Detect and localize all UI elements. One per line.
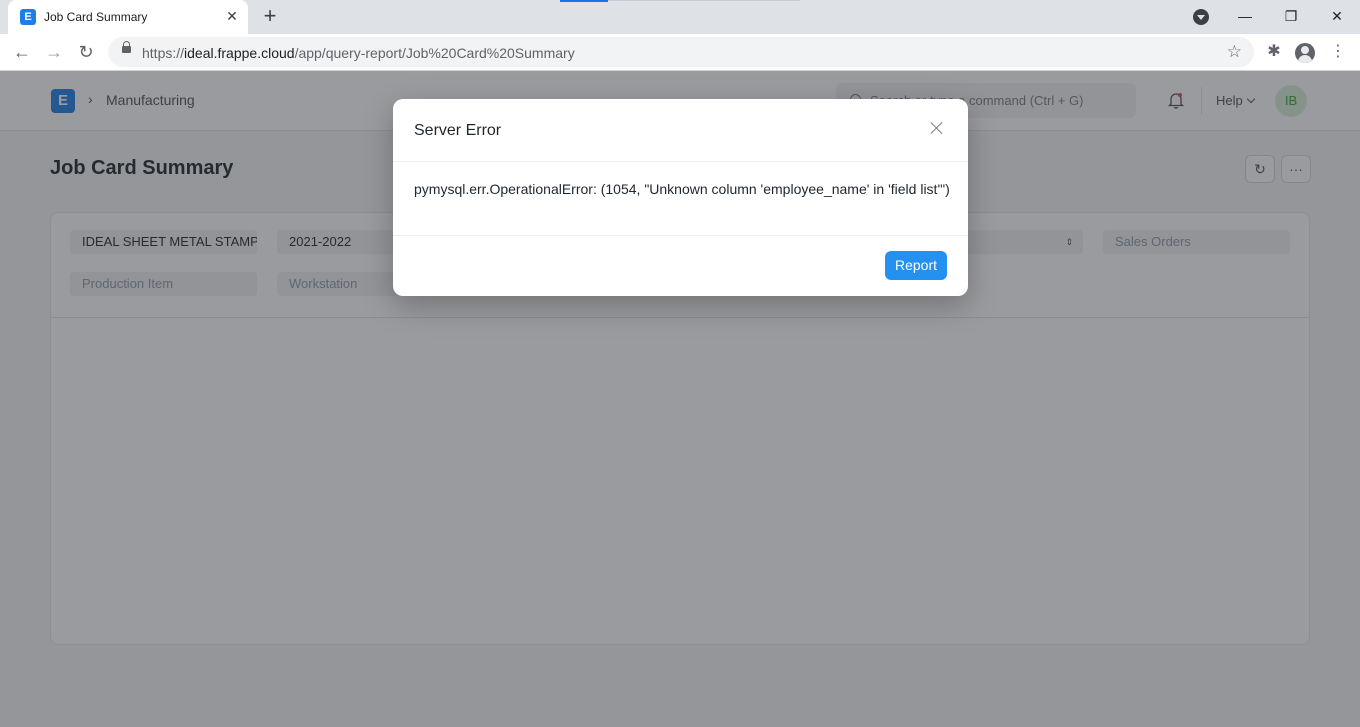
tab-search-icon[interactable] bbox=[1193, 9, 1209, 25]
tab-title: Job Card Summary bbox=[44, 10, 148, 24]
browser-menu-icon[interactable]: ⋮ bbox=[1326, 40, 1350, 64]
tab-loading-track bbox=[608, 0, 800, 1]
window-restore-button[interactable]: ❐ bbox=[1276, 4, 1306, 28]
forward-icon[interactable]: → bbox=[42, 40, 66, 64]
url-prefix: https:// bbox=[142, 45, 185, 61]
tab-loading-indicator bbox=[560, 0, 608, 2]
lock-icon[interactable] bbox=[122, 41, 131, 53]
window-close-button[interactable]: ✕ bbox=[1322, 4, 1352, 28]
dialog-title: Server Error bbox=[414, 122, 502, 139]
url-text[interactable]: https://ideal.frappe.cloud/app/query-rep… bbox=[142, 45, 575, 61]
server-error-dialog: Server Error pymysql.err.OperationalErro… bbox=[393, 99, 968, 296]
tab-favicon-icon: E bbox=[20, 9, 36, 25]
browser-tabstrip: E Job Card Summary ✕ + — ❐ ✕ bbox=[0, 0, 1360, 34]
browser-toolbar: ← → ↻ https://ideal.frappe.cloud/app/que… bbox=[0, 34, 1360, 71]
url-host: ideal.frappe.cloud bbox=[184, 45, 295, 61]
reload-icon[interactable]: ↻ bbox=[74, 40, 98, 64]
url-path: /app/query-report/Job%20Card%20Summary bbox=[294, 45, 575, 61]
dialog-header: Server Error bbox=[393, 99, 968, 162]
back-icon[interactable]: ← bbox=[10, 40, 34, 64]
address-bar[interactable]: https://ideal.frappe.cloud/app/query-rep… bbox=[108, 37, 1254, 67]
new-tab-button[interactable]: + bbox=[258, 5, 282, 28]
browser-profile-icon[interactable] bbox=[1295, 43, 1315, 63]
browser-tab-job-card-summary[interactable]: E Job Card Summary ✕ bbox=[8, 0, 248, 34]
dialog-footer-divider bbox=[393, 235, 968, 236]
tab-close-icon[interactable]: ✕ bbox=[224, 8, 240, 24]
extensions-puzzle-icon[interactable]: ✱ bbox=[1262, 40, 1286, 64]
report-button[interactable]: Report bbox=[885, 251, 947, 280]
window-minimize-button[interactable]: — bbox=[1230, 4, 1260, 28]
close-icon[interactable] bbox=[928, 119, 946, 137]
error-message: pymysql.err.OperationalError: (1054, "Un… bbox=[414, 181, 950, 197]
bookmark-star-icon[interactable]: ☆ bbox=[1227, 42, 1242, 62]
